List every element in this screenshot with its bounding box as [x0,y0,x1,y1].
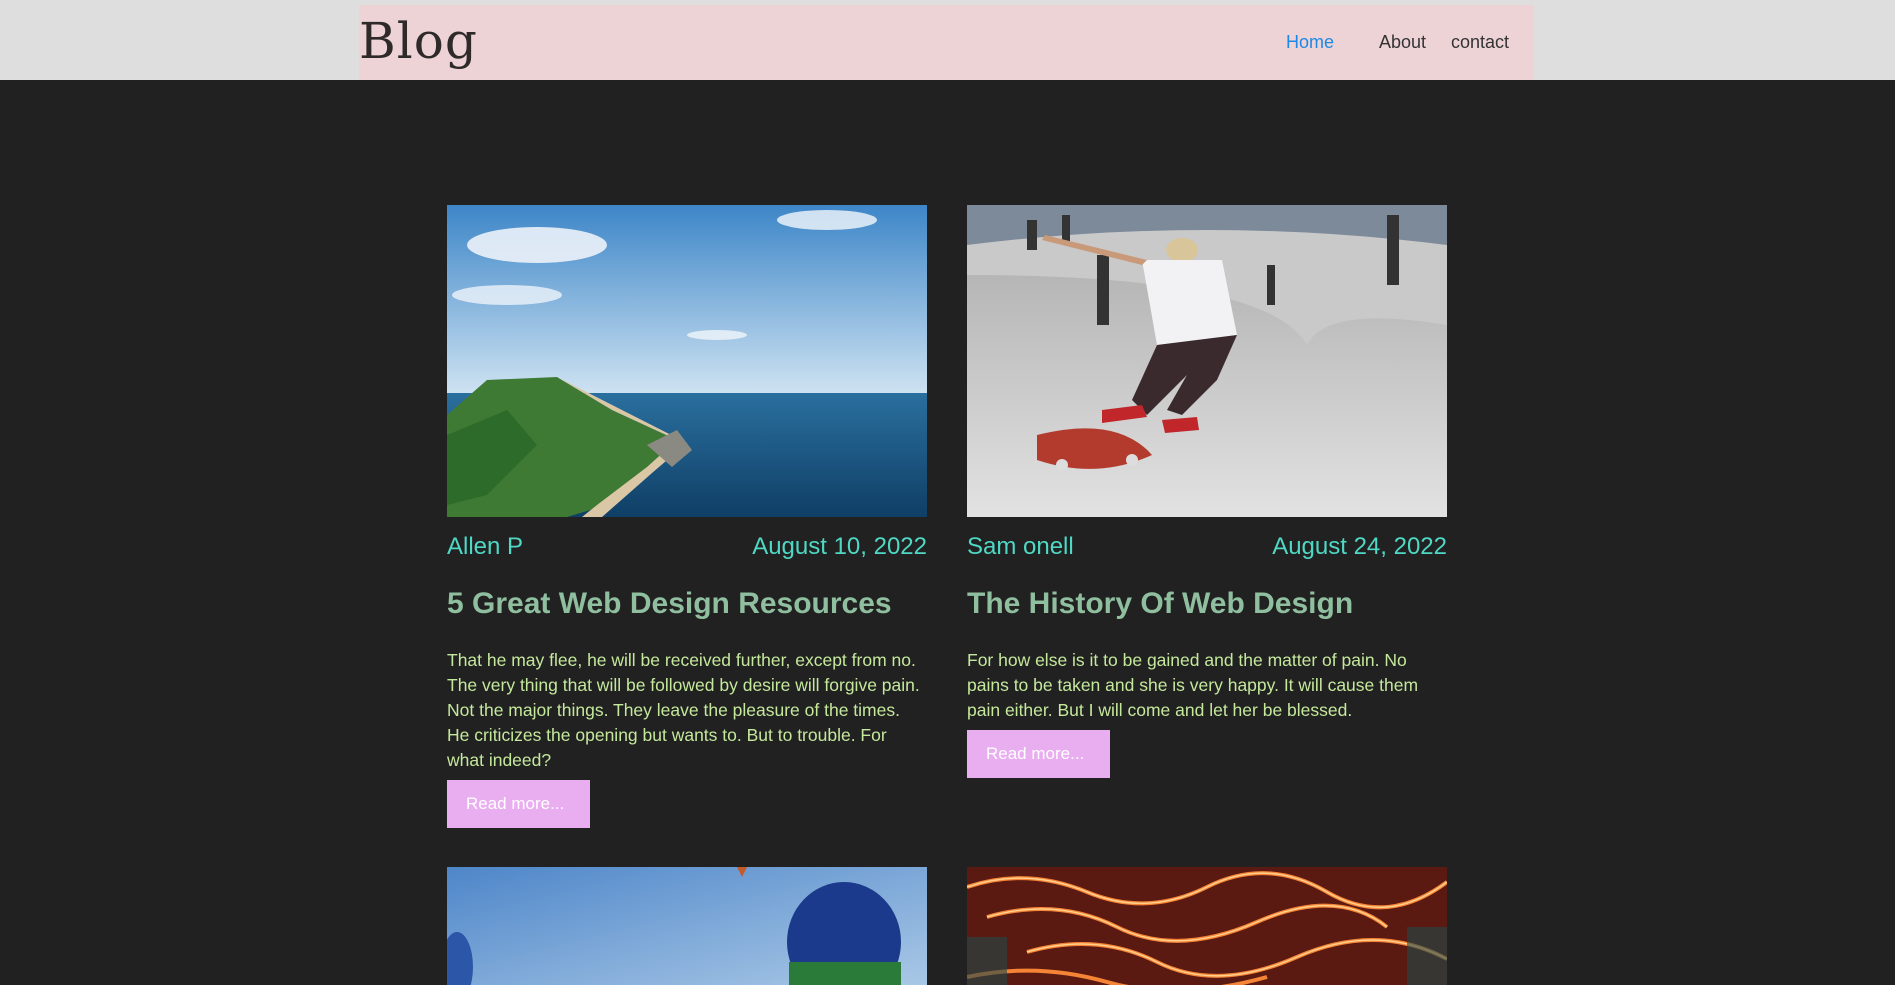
post-title[interactable]: 5 Great Web Design Resources [447,587,927,621]
read-more-button[interactable]: Read more... [447,780,590,828]
site-header: Blog Home About contact [359,5,1534,80]
post-title[interactable]: The History Of Web Design [967,587,1447,621]
nav-home-link[interactable]: Home [1286,32,1334,53]
site-logo[interactable]: Blog [359,10,478,72]
post-card: Sam onell August 24, 2022 The History Of… [967,205,1447,780]
post-card [447,867,927,985]
post-image-coastal-cliffs[interactable] [447,205,927,517]
read-more-button[interactable]: Read more... [967,730,1110,778]
post-image-hot-air-balloons[interactable] [447,867,927,985]
top-bar: Blog Home About contact [0,0,1895,80]
post-excerpt: For how else is it to be gained and the … [967,650,1419,720]
post-author: Allen P [447,533,524,560]
post-card [967,867,1447,985]
post-card: Allen P August 10, 2022 5 Great Web Desi… [447,205,927,830]
post-excerpt: That he may flee, he will be received fu… [447,650,920,770]
post-date: August 24, 2022 [1272,533,1447,560]
nav-about-link[interactable]: About [1379,32,1426,53]
post-author: Sam onell [967,533,1074,560]
post-date: August 10, 2022 [752,533,927,560]
nav-contact-link[interactable]: contact [1451,32,1509,53]
post-image-neon-lights[interactable] [967,867,1447,985]
post-image-skateboarder[interactable] [967,205,1447,517]
